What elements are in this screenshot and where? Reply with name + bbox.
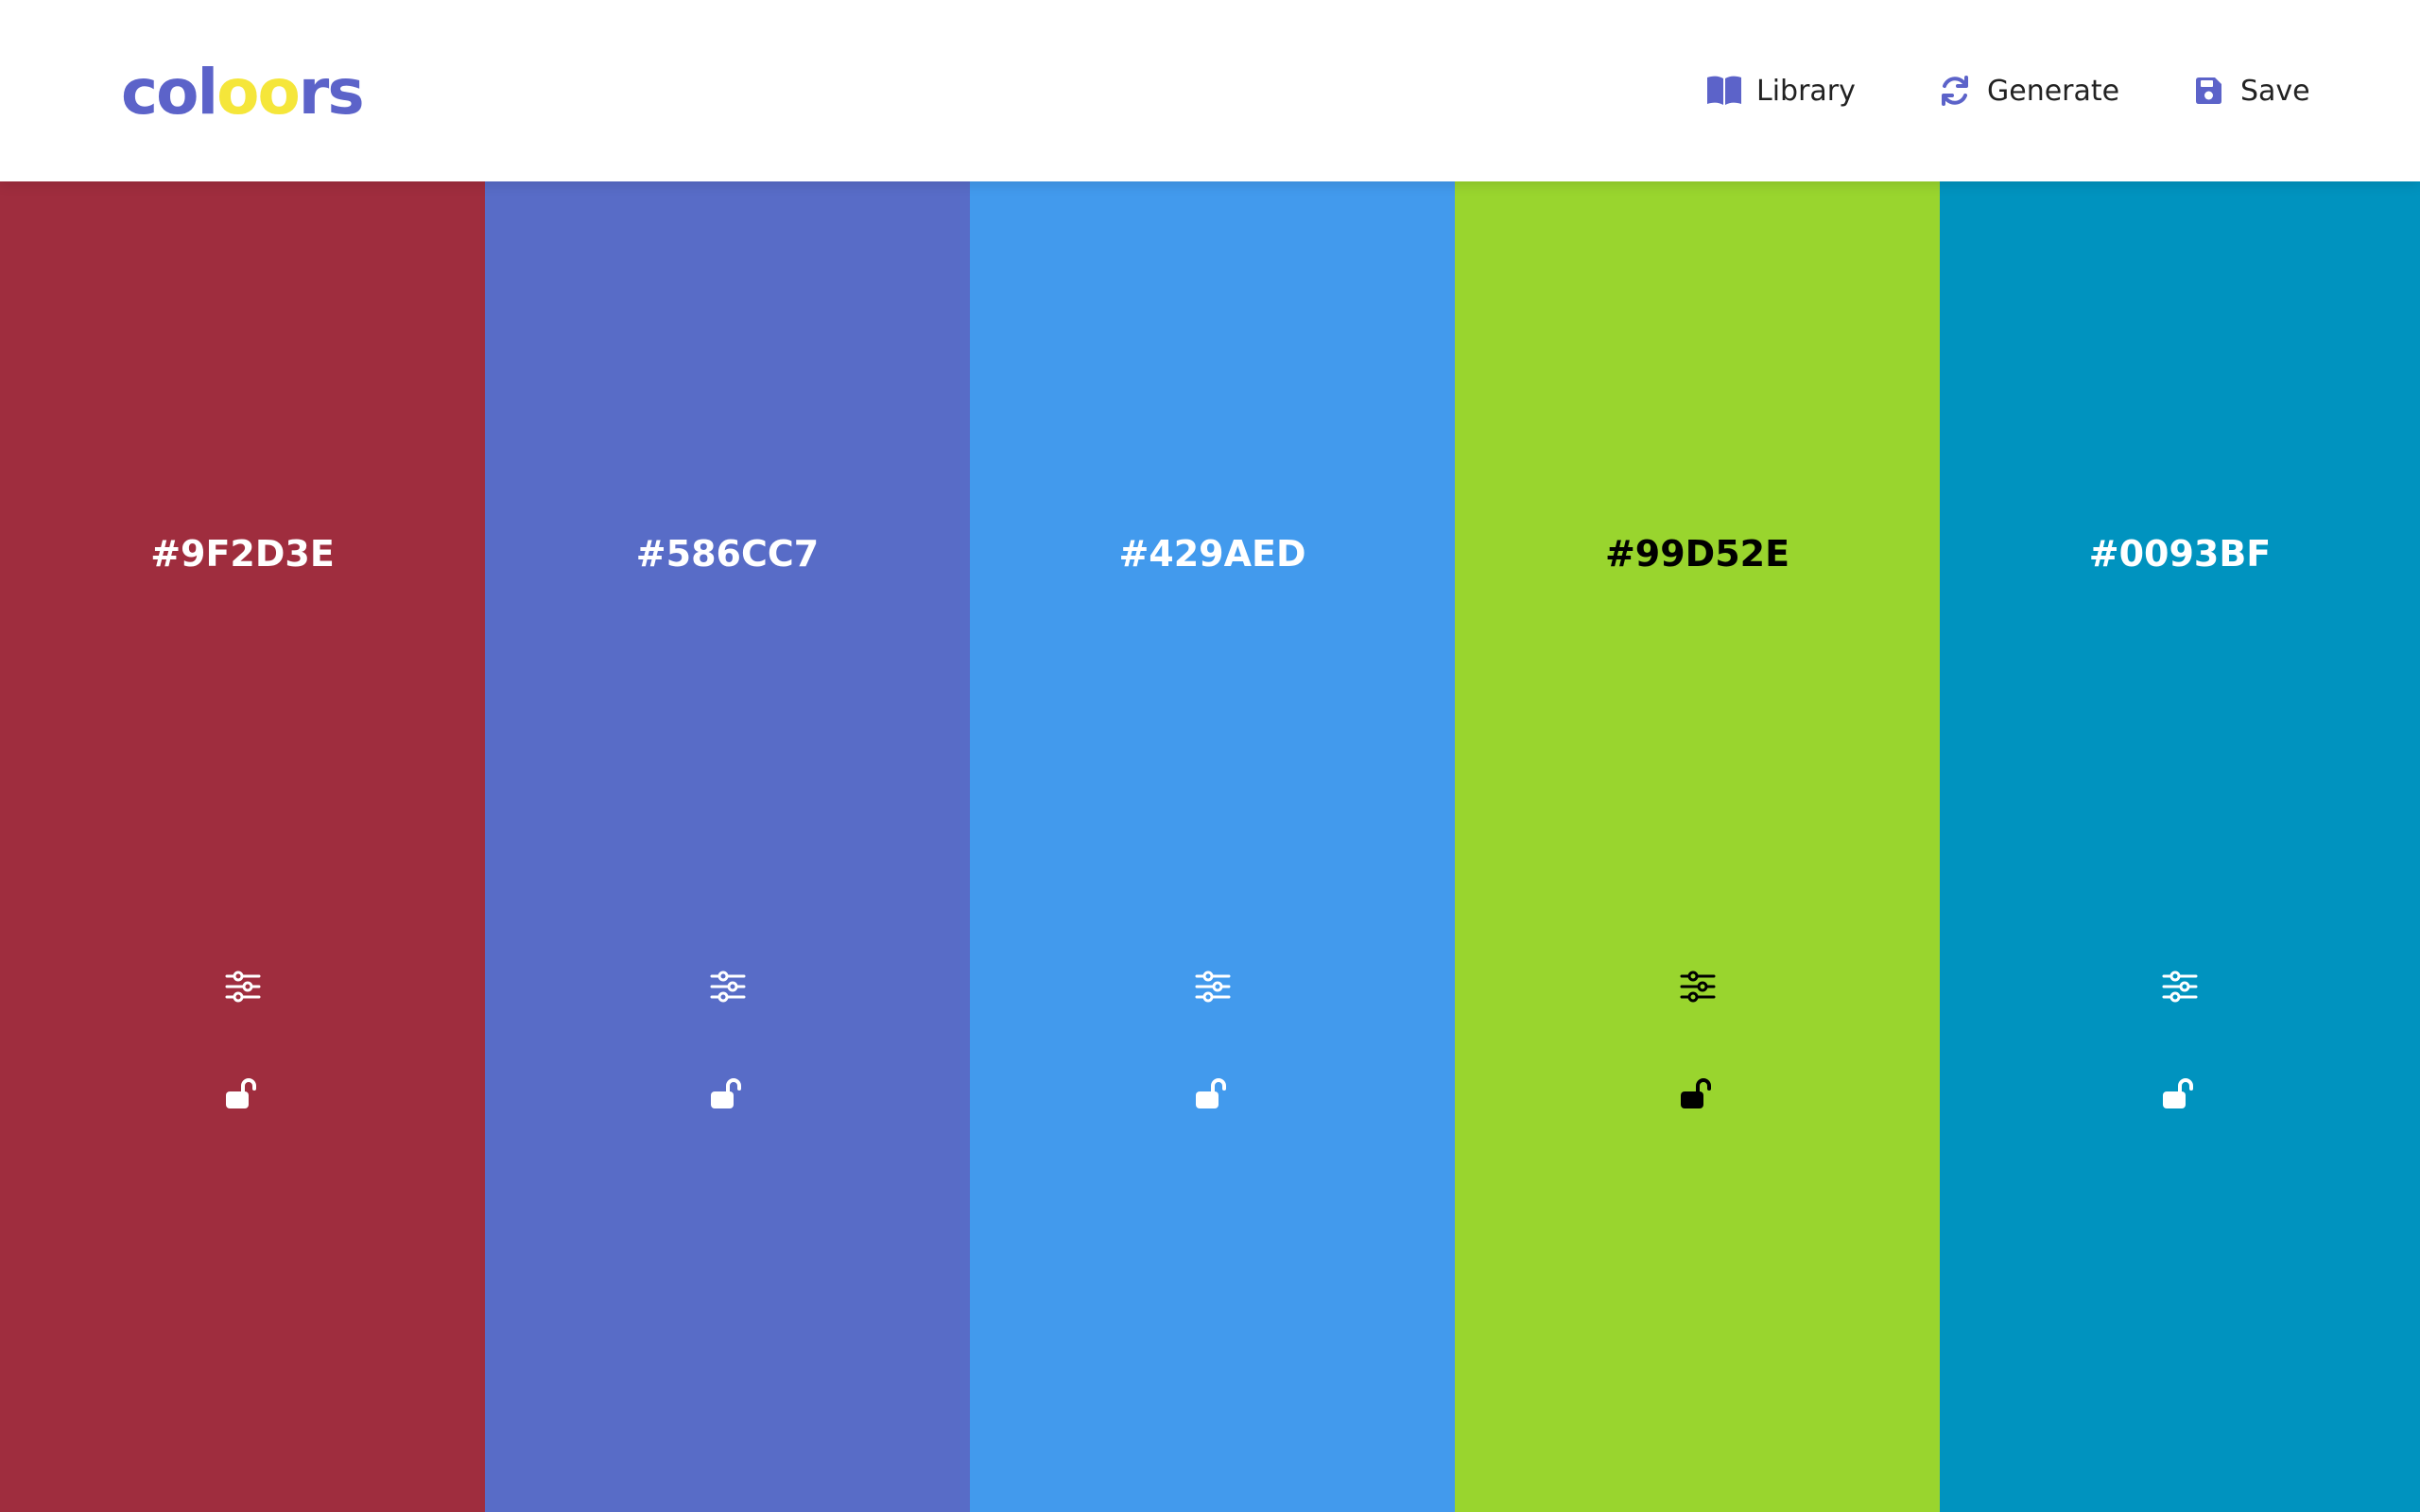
- unlocked-icon[interactable]: [707, 1074, 749, 1115]
- floppy-disk-icon: [2187, 70, 2229, 112]
- unlocked-icon[interactable]: [2159, 1074, 2201, 1115]
- palette: #9F2D3E #586CC7 #429AED #99D52E #0093BF: [0, 181, 2420, 1512]
- logo-letter: r: [298, 56, 330, 129]
- unlocked-icon[interactable]: [1677, 1074, 1719, 1115]
- color-swatch[interactable]: #99D52E: [1455, 181, 1940, 1512]
- logo-letter: o: [216, 56, 259, 129]
- generate-button[interactable]: Generate: [1934, 0, 2119, 181]
- adjust-sliders-icon[interactable]: [1192, 966, 1234, 1007]
- save-button[interactable]: Save: [2187, 0, 2310, 181]
- adjust-sliders-icon[interactable]: [222, 966, 264, 1007]
- adjust-sliders-icon[interactable]: [707, 966, 749, 1007]
- top-bar: coloors Library Generate Save: [0, 0, 2420, 181]
- save-label: Save: [2240, 74, 2310, 108]
- logo-letter: s: [327, 56, 364, 129]
- logo-letter: o: [257, 56, 300, 129]
- logo-letter: o: [156, 56, 199, 129]
- book-icon: [1703, 70, 1745, 112]
- coolors-logo[interactable]: coloors: [121, 55, 365, 130]
- library-button[interactable]: Library: [1703, 0, 1856, 181]
- color-swatch[interactable]: #9F2D3E: [0, 181, 485, 1512]
- hex-code[interactable]: #0093BF: [1940, 533, 2420, 575]
- hex-code[interactable]: #99D52E: [1455, 533, 1940, 575]
- color-swatch[interactable]: #586CC7: [485, 181, 970, 1512]
- hex-code[interactable]: #586CC7: [485, 533, 970, 575]
- hex-code[interactable]: #429AED: [970, 533, 1455, 575]
- color-swatch[interactable]: #0093BF: [1940, 181, 2420, 1512]
- color-swatch[interactable]: #429AED: [970, 181, 1455, 1512]
- adjust-sliders-icon[interactable]: [2159, 966, 2201, 1007]
- unlocked-icon[interactable]: [1192, 1074, 1234, 1115]
- unlocked-icon[interactable]: [222, 1074, 264, 1115]
- adjust-sliders-icon[interactable]: [1677, 966, 1719, 1007]
- generate-label: Generate: [1987, 74, 2120, 108]
- logo-letter: l: [197, 56, 218, 129]
- library-label: Library: [1756, 74, 1856, 108]
- logo-letter: c: [121, 56, 158, 129]
- hex-code[interactable]: #9F2D3E: [0, 533, 485, 575]
- refresh-icon: [1934, 70, 1976, 112]
